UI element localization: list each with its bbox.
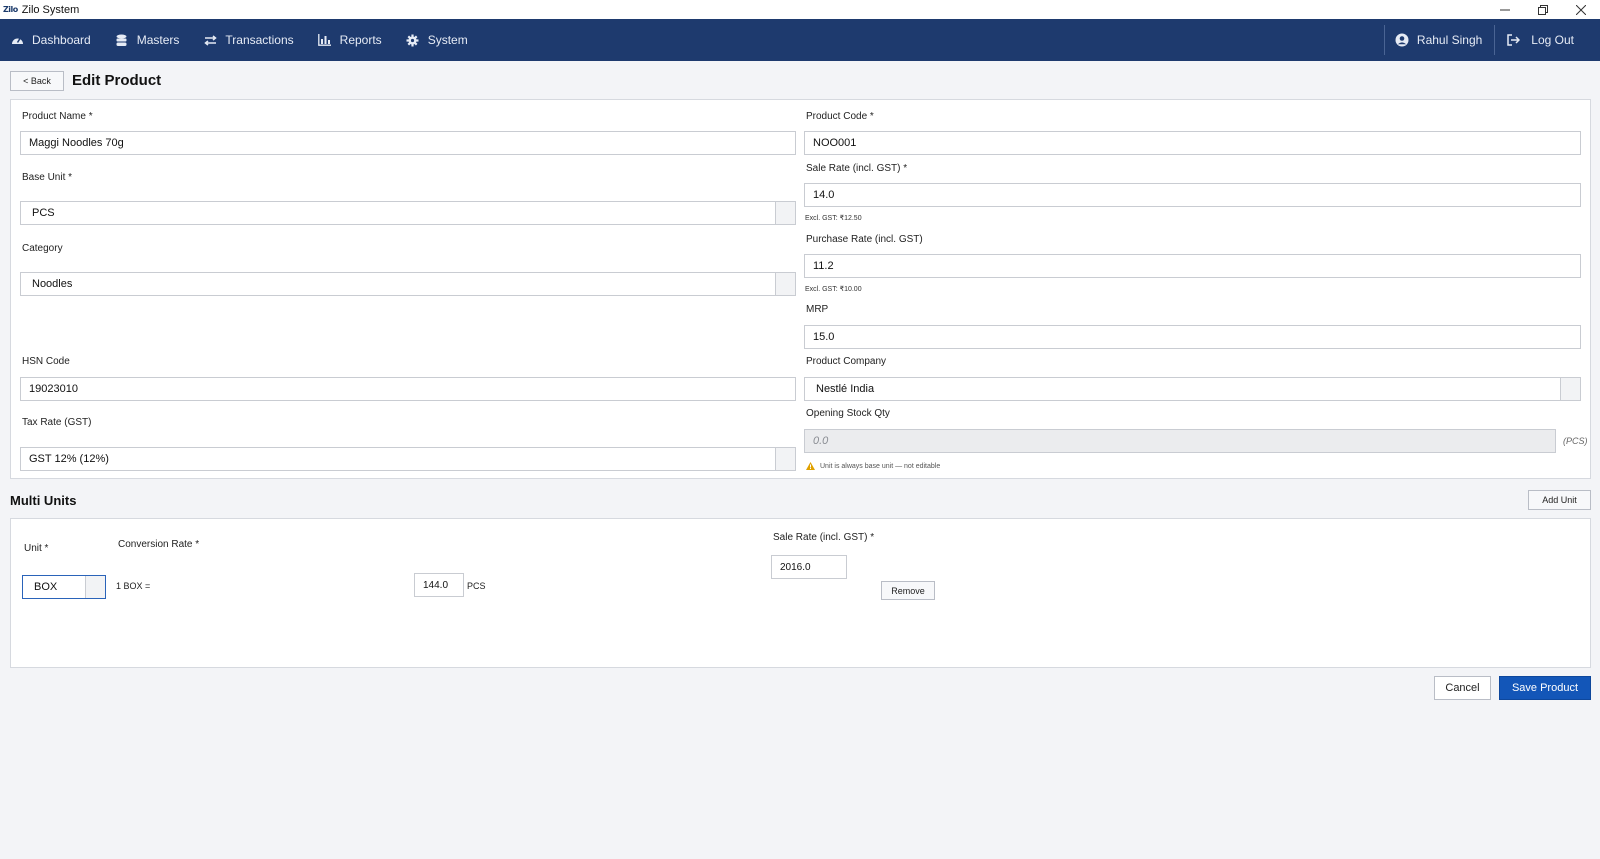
hsn-code-input[interactable]: 19023010 <box>20 377 796 401</box>
nav-system-label: System <box>427 33 468 47</box>
app-logo: Zilo <box>3 5 18 14</box>
product-code-input[interactable]: NOO001 <box>804 131 1581 155</box>
opening-stock-input: 0.0 <box>804 429 1556 453</box>
base-unit-select[interactable]: PCS <box>20 201 796 225</box>
conversion-rate-label: Conversion Rate * <box>118 539 200 550</box>
dropdown-button[interactable] <box>1560 378 1580 400</box>
category-label: Category <box>22 243 63 254</box>
opening-stock-unit: (PCS) <box>1563 436 1588 446</box>
sale-rate-label: Sale Rate (incl. GST) * <box>806 163 908 174</box>
user-menu[interactable]: Rahul Singh <box>1385 19 1494 61</box>
sale-rate-excl-gst: Excl. GST: ₹12.50 <box>805 215 862 222</box>
product-company-value: Nestlé India <box>816 383 875 395</box>
exchange-icon <box>203 33 217 47</box>
product-name-input[interactable]: Maggi Noodles 70g <box>20 131 796 155</box>
tax-rate-select[interactable]: GST 12% (12%) <box>20 447 796 471</box>
base-unit-value: PCS <box>32 207 55 219</box>
window-title: Zilo System <box>21 3 80 16</box>
nav-system[interactable]: System <box>396 19 482 61</box>
window-controls <box>1486 0 1600 19</box>
nav-reports[interactable]: Reports <box>308 19 396 61</box>
remove-unit-button[interactable]: Remove <box>881 581 935 600</box>
product-company-select[interactable]: Nestlé India <box>804 377 1581 401</box>
unit-sale-rate-label: Sale Rate (incl. GST) * <box>773 532 875 543</box>
dropdown-button[interactable] <box>775 448 795 470</box>
sale-rate-input[interactable]: 14.0 <box>804 183 1581 207</box>
purchase-rate-excl-gst: Excl. GST: ₹10.00 <box>805 286 862 293</box>
user-name: Rahul Singh <box>1416 33 1483 47</box>
window-titlebar: Zilo Zilo System <box>0 0 1600 19</box>
hsn-code-label: HSN Code <box>22 356 70 367</box>
product-name-label: Product Name * <box>22 111 93 122</box>
product-code-label: Product Code * <box>806 111 874 122</box>
database-icon <box>115 33 129 47</box>
unit-sale-rate-input[interactable]: 2016.0 <box>771 555 847 579</box>
conversion-base-unit: PCS <box>467 581 486 591</box>
nav-user-area: Rahul Singh Log Out <box>1383 19 1600 61</box>
dashboard-icon <box>10 33 24 47</box>
user-avatar-icon <box>1395 33 1409 47</box>
unit-column-label: Unit * <box>24 543 49 554</box>
category-value: Noodles <box>32 278 73 290</box>
chart-icon <box>318 33 332 47</box>
warning-icon <box>806 462 815 470</box>
main-navbar: Dashboard Masters Transactions Reports S… <box>0 19 1600 61</box>
category-select[interactable]: Noodles <box>20 272 796 296</box>
restore-icon[interactable] <box>1524 0 1562 19</box>
nav-transactions-label: Transactions <box>225 33 294 47</box>
multi-units-title: Multi Units <box>10 493 77 508</box>
close-icon[interactable] <box>1562 0 1600 19</box>
mrp-label: MRP <box>806 304 829 315</box>
nav-reports-label: Reports <box>339 33 382 47</box>
base-unit-label: Base Unit * <box>22 172 73 183</box>
unit-select[interactable]: BOX <box>22 575 106 599</box>
opening-stock-label: Opening Stock Qty <box>806 408 890 419</box>
back-button[interactable]: < Back <box>10 71 64 91</box>
nav-masters[interactable]: Masters <box>105 19 194 61</box>
purchase-rate-label: Purchase Rate (incl. GST) <box>806 234 923 245</box>
tax-rate-label: Tax Rate (GST) <box>22 417 92 428</box>
minimize-icon[interactable] <box>1486 0 1524 19</box>
logout-button[interactable]: Log Out <box>1495 19 1600 61</box>
logout-label: Log Out <box>1531 33 1574 47</box>
nav-dashboard[interactable]: Dashboard <box>0 19 105 61</box>
purchase-rate-input[interactable]: 11.2 <box>804 254 1581 278</box>
save-product-button[interactable]: Save Product <box>1499 676 1591 700</box>
conversion-rate-input[interactable]: 144.0 <box>414 573 464 597</box>
tax-rate-value: GST 12% (12%) <box>29 453 109 465</box>
nav-transactions[interactable]: Transactions <box>193 19 307 61</box>
nav-dashboard-label: Dashboard <box>32 33 91 47</box>
opening-stock-note: Unit is always base unit — not editable <box>806 462 940 470</box>
cancel-button[interactable]: Cancel <box>1434 676 1491 700</box>
page-title: Edit Product <box>72 72 162 89</box>
dropdown-button[interactable] <box>85 576 105 598</box>
dropdown-button[interactable] <box>775 273 795 295</box>
gear-icon <box>406 33 420 47</box>
dropdown-button[interactable] <box>775 202 795 224</box>
nav-masters-label: Masters <box>136 33 180 47</box>
add-unit-button[interactable]: Add Unit <box>1528 490 1591 510</box>
conversion-prefix: 1 BOX = <box>116 581 151 591</box>
product-details-panel: Product Name * Maggi Noodles 70g Base Un… <box>10 99 1591 479</box>
opening-stock-hint: Unit is always base unit — not editable <box>820 462 941 470</box>
mrp-input[interactable]: 15.0 <box>804 325 1581 349</box>
logout-icon <box>1507 33 1521 47</box>
multi-units-panel: Unit * Conversion Rate * Sale Rate (incl… <box>10 518 1591 668</box>
unit-value: BOX <box>34 581 58 593</box>
product-company-label: Product Company <box>806 356 887 367</box>
